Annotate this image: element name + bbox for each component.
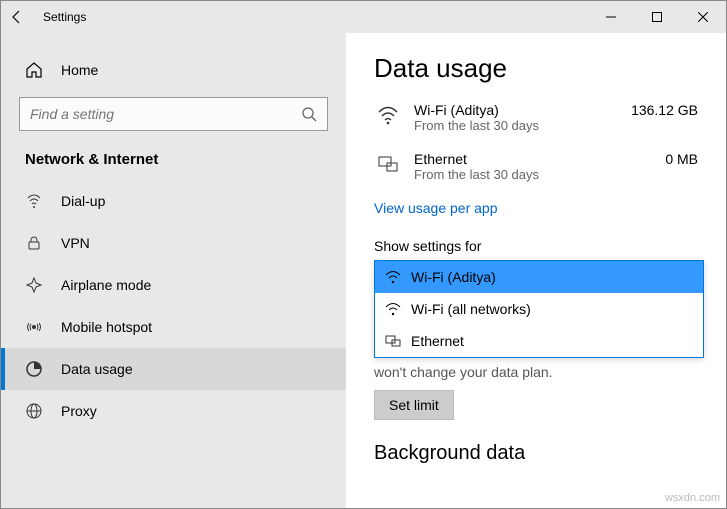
sidebar-item-dialup[interactable]: Dial-up [1, 180, 346, 222]
usage-value: 0 MB [665, 151, 698, 167]
main-panel: Data usage Wi-Fi (Aditya) From the last … [346, 33, 726, 508]
watermark: wsxdn.com [665, 492, 720, 504]
usage-row-wifi: Wi-Fi (Aditya) From the last 30 days 136… [374, 102, 698, 133]
field-label: Show settings for [374, 238, 698, 254]
sidebar-item-label: VPN [61, 235, 90, 251]
sidebar-item-label: Mobile hotspot [61, 319, 152, 335]
ethernet-icon [385, 333, 401, 349]
usage-sub: From the last 30 days [414, 167, 665, 182]
sidebar-item-label: Airplane mode [61, 277, 151, 293]
background-data-heading: Background data [374, 442, 698, 465]
dialup-icon [25, 192, 43, 210]
page-title: Data usage [374, 53, 698, 84]
dropdown-option-label: Wi-Fi (Aditya) [411, 269, 496, 285]
minimize-button[interactable] [588, 1, 634, 33]
sidebar-item-datausage[interactable]: Data usage [1, 348, 346, 390]
titlebar: Settings [1, 1, 726, 33]
dropdown-option-label: Wi-Fi (all networks) [411, 301, 531, 317]
sidebar-item-proxy[interactable]: Proxy [1, 390, 346, 432]
wifi-icon [385, 301, 401, 317]
airplane-icon [25, 276, 43, 294]
maximize-button[interactable] [634, 1, 680, 33]
usage-name: Ethernet [414, 151, 665, 167]
data-usage-icon [25, 360, 43, 378]
section-label: Network & Internet [1, 145, 346, 180]
close-button[interactable] [680, 1, 726, 33]
dropdown-option-wifi-all[interactable]: Wi-Fi (all networks) [375, 293, 703, 325]
search-input[interactable] [19, 97, 328, 131]
search-field[interactable] [30, 106, 301, 122]
sidebar-item-label: Proxy [61, 403, 97, 419]
sidebar-item-hotspot[interactable]: Mobile hotspot [1, 306, 346, 348]
ethernet-icon [374, 153, 402, 175]
sidebar-item-airplane[interactable]: Airplane mode [1, 264, 346, 306]
sidebar-item-label: Dial-up [61, 193, 105, 209]
usage-row-ethernet: Ethernet From the last 30 days 0 MB [374, 151, 698, 182]
set-limit-button[interactable]: Set limit [374, 390, 454, 420]
dropdown-list: Wi-Fi (Aditya) Wi-Fi (all networks) Ethe… [374, 260, 704, 358]
truncated-help-text: won't change your data plan. [374, 364, 698, 380]
usage-value: 136.12 GB [631, 102, 698, 118]
back-icon[interactable] [9, 9, 25, 25]
dropdown-option-wifi-aditya[interactable]: Wi-Fi (Aditya) [375, 261, 703, 293]
home-icon [25, 61, 43, 79]
view-usage-link[interactable]: View usage per app [374, 200, 698, 216]
sidebar-item-label: Data usage [61, 361, 133, 377]
home-label: Home [61, 62, 98, 78]
vpn-icon [25, 234, 43, 252]
wifi-icon [374, 104, 402, 126]
dropdown-option-label: Ethernet [411, 333, 464, 349]
usage-name: Wi-Fi (Aditya) [414, 102, 631, 118]
window-title: Settings [43, 10, 86, 24]
search-icon [301, 106, 317, 122]
settings-dropdown[interactable]: Wi-Fi (Aditya) Wi-Fi (all networks) Ethe… [374, 260, 704, 358]
hotspot-icon [25, 318, 43, 336]
dropdown-option-ethernet[interactable]: Ethernet [375, 325, 703, 357]
wifi-icon [385, 269, 401, 285]
sidebar-item-vpn[interactable]: VPN [1, 222, 346, 264]
home-nav[interactable]: Home [1, 51, 346, 89]
proxy-icon [25, 402, 43, 420]
usage-sub: From the last 30 days [414, 118, 631, 133]
sidebar: Home Network & Internet Dial-up [1, 33, 346, 508]
